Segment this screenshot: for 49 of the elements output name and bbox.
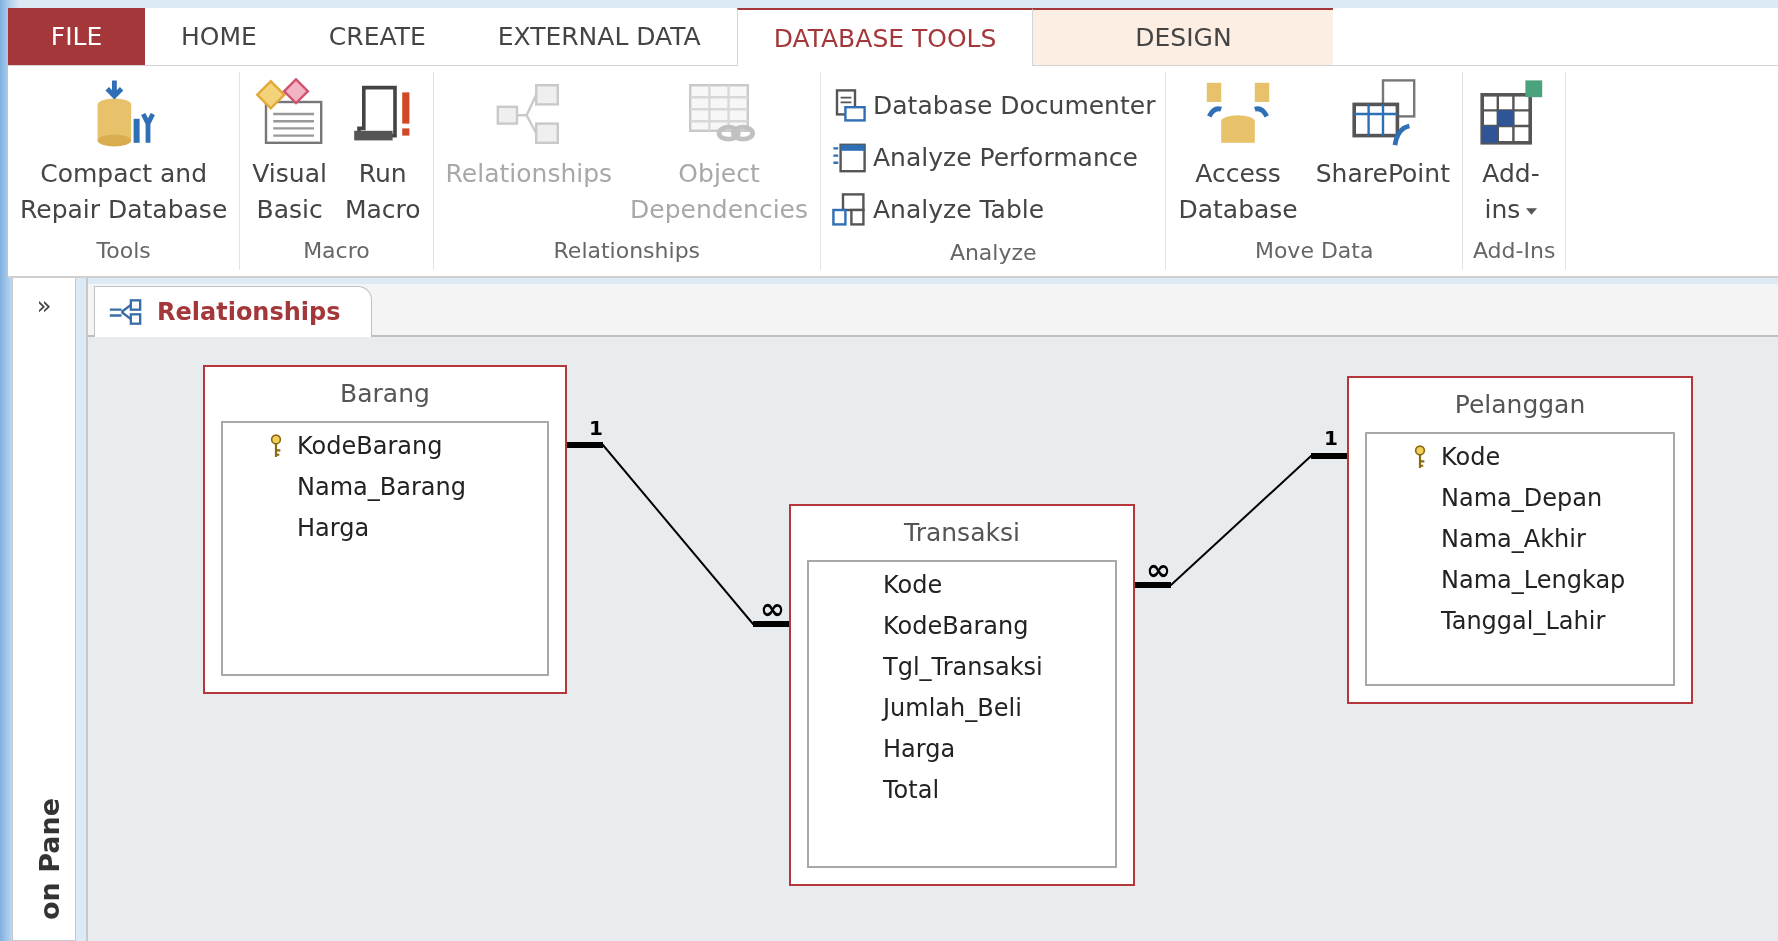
pane-title[interactable]: on Pane	[34, 798, 65, 920]
group-label: Relationships	[552, 237, 702, 265]
field-name[interactable]: Kode	[1441, 442, 1501, 471]
field-name[interactable]: KodeBarang	[297, 431, 443, 460]
ribbon-button[interactable]: Analyze Table	[831, 186, 1156, 234]
expand-button[interactable]: »	[13, 292, 75, 320]
relationships-icon	[107, 298, 143, 326]
field-name[interactable]: Harga	[297, 513, 370, 542]
ribbon-tab[interactable]: EXTERNAL DATA	[461, 8, 737, 65]
field-name[interactable]: Nama_Depan	[1441, 483, 1603, 512]
ribbon-button[interactable]: Add- ins	[1472, 78, 1549, 232]
field-name[interactable]: Nama_Lengkap	[1441, 565, 1626, 594]
ribbon-tab[interactable]: FILE	[8, 8, 145, 65]
field-name[interactable]: Jumlah_Beli	[883, 693, 1022, 722]
table-window[interactable]: Barang KodeBarang Nama_Barang Harga	[203, 365, 567, 694]
ribbon-button[interactable]: Access Database	[1176, 78, 1300, 232]
ribbon-tab[interactable]: HOME	[145, 8, 293, 65]
table-window[interactable]: Transaksi Kode KodeBarang Tgl_Transaksi Jumlah_Beli Harga Total	[789, 504, 1135, 886]
ribbon-button[interactable]: Visual Basic	[250, 78, 329, 232]
document-tab[interactable]: Relationships	[94, 286, 372, 337]
group-label: Move Data	[1253, 237, 1375, 265]
ribbon-tab[interactable]: DESIGN	[1033, 8, 1334, 65]
table-window[interactable]: Pelanggan Kode Nama_Depan Nama_Akhir Nama_Lengkap Tanggal_Lahir	[1347, 376, 1693, 704]
group-label: Macro	[302, 237, 371, 265]
table-title: Transaksi	[903, 517, 1021, 549]
field-name[interactable]: KodeBarang	[883, 611, 1029, 640]
cardinality-label: 1	[589, 416, 603, 440]
ribbon-tab[interactable]: DATABASE TOOLS	[736, 8, 1034, 66]
table-title: Barang	[339, 378, 431, 410]
field-name[interactable]: Nama_Barang	[297, 472, 466, 501]
group-label: Analyze	[948, 239, 1038, 267]
table-title: Pelanggan	[1453, 389, 1587, 421]
group-label: Tools	[95, 237, 152, 265]
ribbon-button[interactable]: Database Documenter	[831, 82, 1156, 130]
cardinality-label: 1	[1324, 426, 1338, 450]
ribbon-button[interactable]: Compact and Repair Database	[18, 78, 230, 232]
field-name[interactable]: Tgl_Transaksi	[883, 652, 1043, 681]
group-label: Add-Ins	[1472, 237, 1556, 265]
field-name[interactable]: Tanggal_Lahir	[1441, 606, 1606, 635]
ribbon-tab[interactable]: CREATE	[292, 8, 462, 65]
ribbon-button[interactable]: SharePoint	[1313, 78, 1452, 232]
ribbon-button[interactable]: Run Macro	[342, 78, 423, 232]
field-name[interactable]: Total	[883, 775, 940, 804]
ribbon-button[interactable]: Analyze Performance	[831, 134, 1156, 182]
field-name[interactable]: Kode	[883, 570, 943, 599]
field-name[interactable]: Nama_Akhir	[1441, 524, 1586, 553]
cardinality-label: ∞	[760, 591, 785, 626]
field-name[interactable]: Harga	[883, 734, 956, 763]
cardinality-label: ∞	[1146, 552, 1171, 587]
